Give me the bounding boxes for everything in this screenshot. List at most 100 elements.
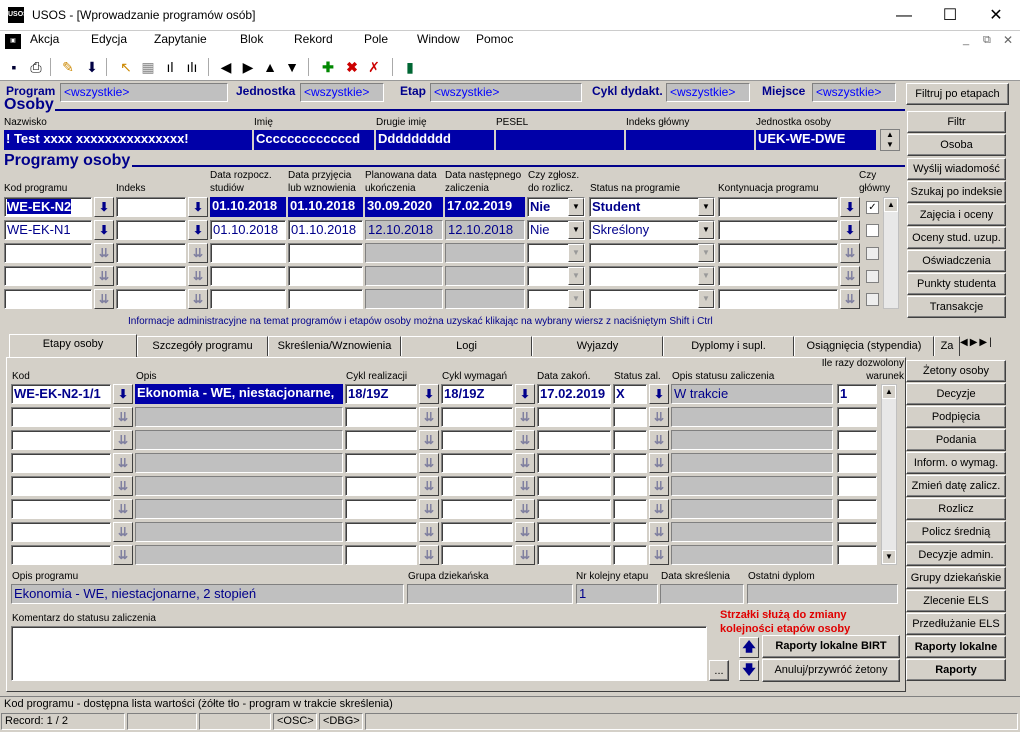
nazwisko-field[interactable]: ! Test xxxx xxxxxxxxxxxxxxx!: [4, 130, 252, 150]
lov-download-icon[interactable]: ⇊: [515, 522, 535, 542]
empty-cell[interactable]: [11, 476, 111, 496]
chevron-down-icon[interactable]: ▼: [698, 198, 714, 216]
etap-opis-cell[interactable]: Ekonomia - WE, niestacjonarne,: [135, 384, 343, 404]
grupy-dziekanskie-button[interactable]: Grupy dziekańskie: [906, 567, 1006, 589]
empty-cell[interactable]: [718, 243, 838, 263]
tab-za[interactable]: Za: [934, 336, 960, 356]
zetony-osoby-button[interactable]: Żetony osoby: [906, 360, 1006, 382]
lov-download-icon[interactable]: ⇊: [113, 476, 133, 496]
indeks-glowny-field[interactable]: [626, 130, 754, 150]
empty-cell[interactable]: [837, 453, 877, 473]
menu-pomoc[interactable]: Pomoc: [476, 32, 513, 46]
cykl-filter-field[interactable]: <wszystkie>: [666, 83, 750, 102]
lov-download-icon[interactable]: ⇊: [649, 407, 669, 427]
empty-cell[interactable]: [718, 289, 838, 309]
chevron-down-icon[interactable]: ▼: [698, 244, 714, 262]
jednostka-osoby-field[interactable]: UEK-WE-DWE: [756, 130, 876, 150]
empty-cell[interactable]: [537, 522, 611, 542]
chevron-down-icon[interactable]: ▼: [698, 267, 714, 285]
glowny-checkbox[interactable]: ✓: [866, 201, 879, 214]
empty-cell[interactable]: [345, 476, 417, 496]
empty-cell[interactable]: [441, 453, 513, 473]
lov-download-icon[interactable]: ⬇: [419, 384, 439, 404]
minimize-button[interactable]: —: [881, 0, 927, 31]
tab-logi[interactable]: Logi: [401, 336, 532, 356]
empty-cell[interactable]: [441, 545, 513, 565]
exit-icon[interactable]: ▮: [400, 57, 420, 77]
lov-download-icon[interactable]: ⇊: [419, 430, 439, 450]
cykl-realizacji-cell[interactable]: 18/19Z: [345, 384, 417, 404]
lov-download-icon[interactable]: ⬇: [649, 384, 669, 404]
lov-download-icon[interactable]: ⬇: [515, 384, 535, 404]
empty-cell[interactable]: [345, 545, 417, 565]
lov-download-icon[interactable]: ⬇: [840, 197, 860, 217]
lov-download-icon[interactable]: ⇊: [515, 407, 535, 427]
podpiecia-button[interactable]: Podpięcia: [906, 406, 1006, 428]
next-record-icon[interactable]: ▼: [282, 57, 302, 77]
lov-download-icon[interactable]: ⇊: [419, 476, 439, 496]
empty-cell[interactable]: [288, 243, 363, 263]
empty-cell[interactable]: [345, 522, 417, 542]
close-button[interactable]: ✕: [973, 0, 1019, 31]
komentarz-textarea[interactable]: [11, 626, 707, 681]
glowny-checkbox[interactable]: [866, 293, 879, 306]
empty-cell[interactable]: [210, 266, 286, 286]
cykl-wymagan-cell[interactable]: 18/19Z: [441, 384, 513, 404]
lov-download-icon[interactable]: ⬇: [188, 197, 208, 217]
lov-download-icon[interactable]: ⇊: [649, 545, 669, 565]
lov-download-icon[interactable]: ⇊: [113, 522, 133, 542]
tab-szczegoly-programu[interactable]: Szczegóły programu: [137, 336, 268, 356]
empty-cell[interactable]: [11, 453, 111, 473]
empty-cell[interactable]: [589, 289, 715, 309]
szukaj-po-indeksie-button[interactable]: Szukaj po indeksie: [907, 181, 1006, 203]
print-icon[interactable]: ⎙: [26, 57, 46, 77]
empty-cell[interactable]: [537, 476, 611, 496]
przedluzanie-els-button[interactable]: Przedłużanie ELS: [906, 613, 1006, 635]
empty-cell[interactable]: [837, 476, 877, 496]
empty-cell[interactable]: [537, 407, 611, 427]
lov-download-icon[interactable]: ⇊: [113, 407, 133, 427]
kontynuacja-cell[interactable]: [718, 220, 838, 240]
chevron-down-icon[interactable]: ▼: [568, 198, 584, 216]
policz-srednia-button[interactable]: Policz średnią: [906, 521, 1006, 543]
lov-download-icon[interactable]: ⇊: [515, 453, 535, 473]
chevron-down-icon[interactable]: ▼: [568, 221, 584, 239]
tab-osiagniecia[interactable]: Osiągnięcia (stypendia): [794, 336, 934, 356]
lov-download-icon[interactable]: ⬇: [94, 220, 114, 240]
osoba-button[interactable]: Osoba: [907, 134, 1006, 156]
empty-cell[interactable]: [11, 407, 111, 427]
lov-download-icon[interactable]: ⇊: [113, 545, 133, 565]
kontynuacja-cell[interactable]: [718, 197, 838, 217]
empty-cell[interactable]: [613, 430, 647, 450]
punkty-studenta-button[interactable]: Punkty studenta: [907, 273, 1006, 295]
menu-pole[interactable]: Pole: [364, 32, 388, 46]
programy-scrollbar[interactable]: ▲: [883, 197, 899, 309]
podania-button[interactable]: Podania: [906, 429, 1006, 451]
move-down-arrow-icon[interactable]: 🡇: [739, 660, 759, 681]
empty-cell[interactable]: [345, 407, 417, 427]
data-przyj-cell[interactable]: 01.10.2018: [288, 220, 363, 240]
lov-download-icon[interactable]: ⇊: [113, 499, 133, 519]
delete-record-icon[interactable]: ✖: [342, 57, 362, 77]
menu-window[interactable]: Window: [417, 32, 460, 46]
menu-zapytanie[interactable]: Zapytanie: [154, 32, 207, 46]
lov-download-icon[interactable]: ⇊: [649, 522, 669, 542]
lov-download-icon[interactable]: ⇊: [649, 430, 669, 450]
data-zakon-cell[interactable]: 17.02.2019: [537, 384, 611, 404]
chevron-down-icon[interactable]: ▼: [568, 267, 584, 285]
maximize-button[interactable]: ☐: [927, 0, 973, 31]
kod-programu-cell[interactable]: WE-EK-N2: [4, 197, 92, 217]
empty-cell[interactable]: [288, 266, 363, 286]
next-block-icon[interactable]: ▶: [238, 57, 258, 77]
empty-cell[interactable]: [116, 289, 186, 309]
scroll-down-icon[interactable]: ▼: [882, 550, 896, 564]
lov-download-icon[interactable]: ⇊: [113, 453, 133, 473]
query-execute-icon[interactable]: ▦: [138, 57, 158, 77]
tab-scroll-arrows-icon[interactable]: ◀▶▶|: [960, 337, 1010, 355]
edit-pencil-icon[interactable]: ✎: [58, 57, 78, 77]
drugie-imie-field[interactable]: Ddddddddd: [376, 130, 494, 150]
data-przyj-cell[interactable]: 01.10.2018: [288, 197, 363, 217]
jednostka-filter-field[interactable]: <wszystkie>: [300, 83, 384, 102]
empty-cell[interactable]: [613, 407, 647, 427]
empty-cell[interactable]: [613, 453, 647, 473]
